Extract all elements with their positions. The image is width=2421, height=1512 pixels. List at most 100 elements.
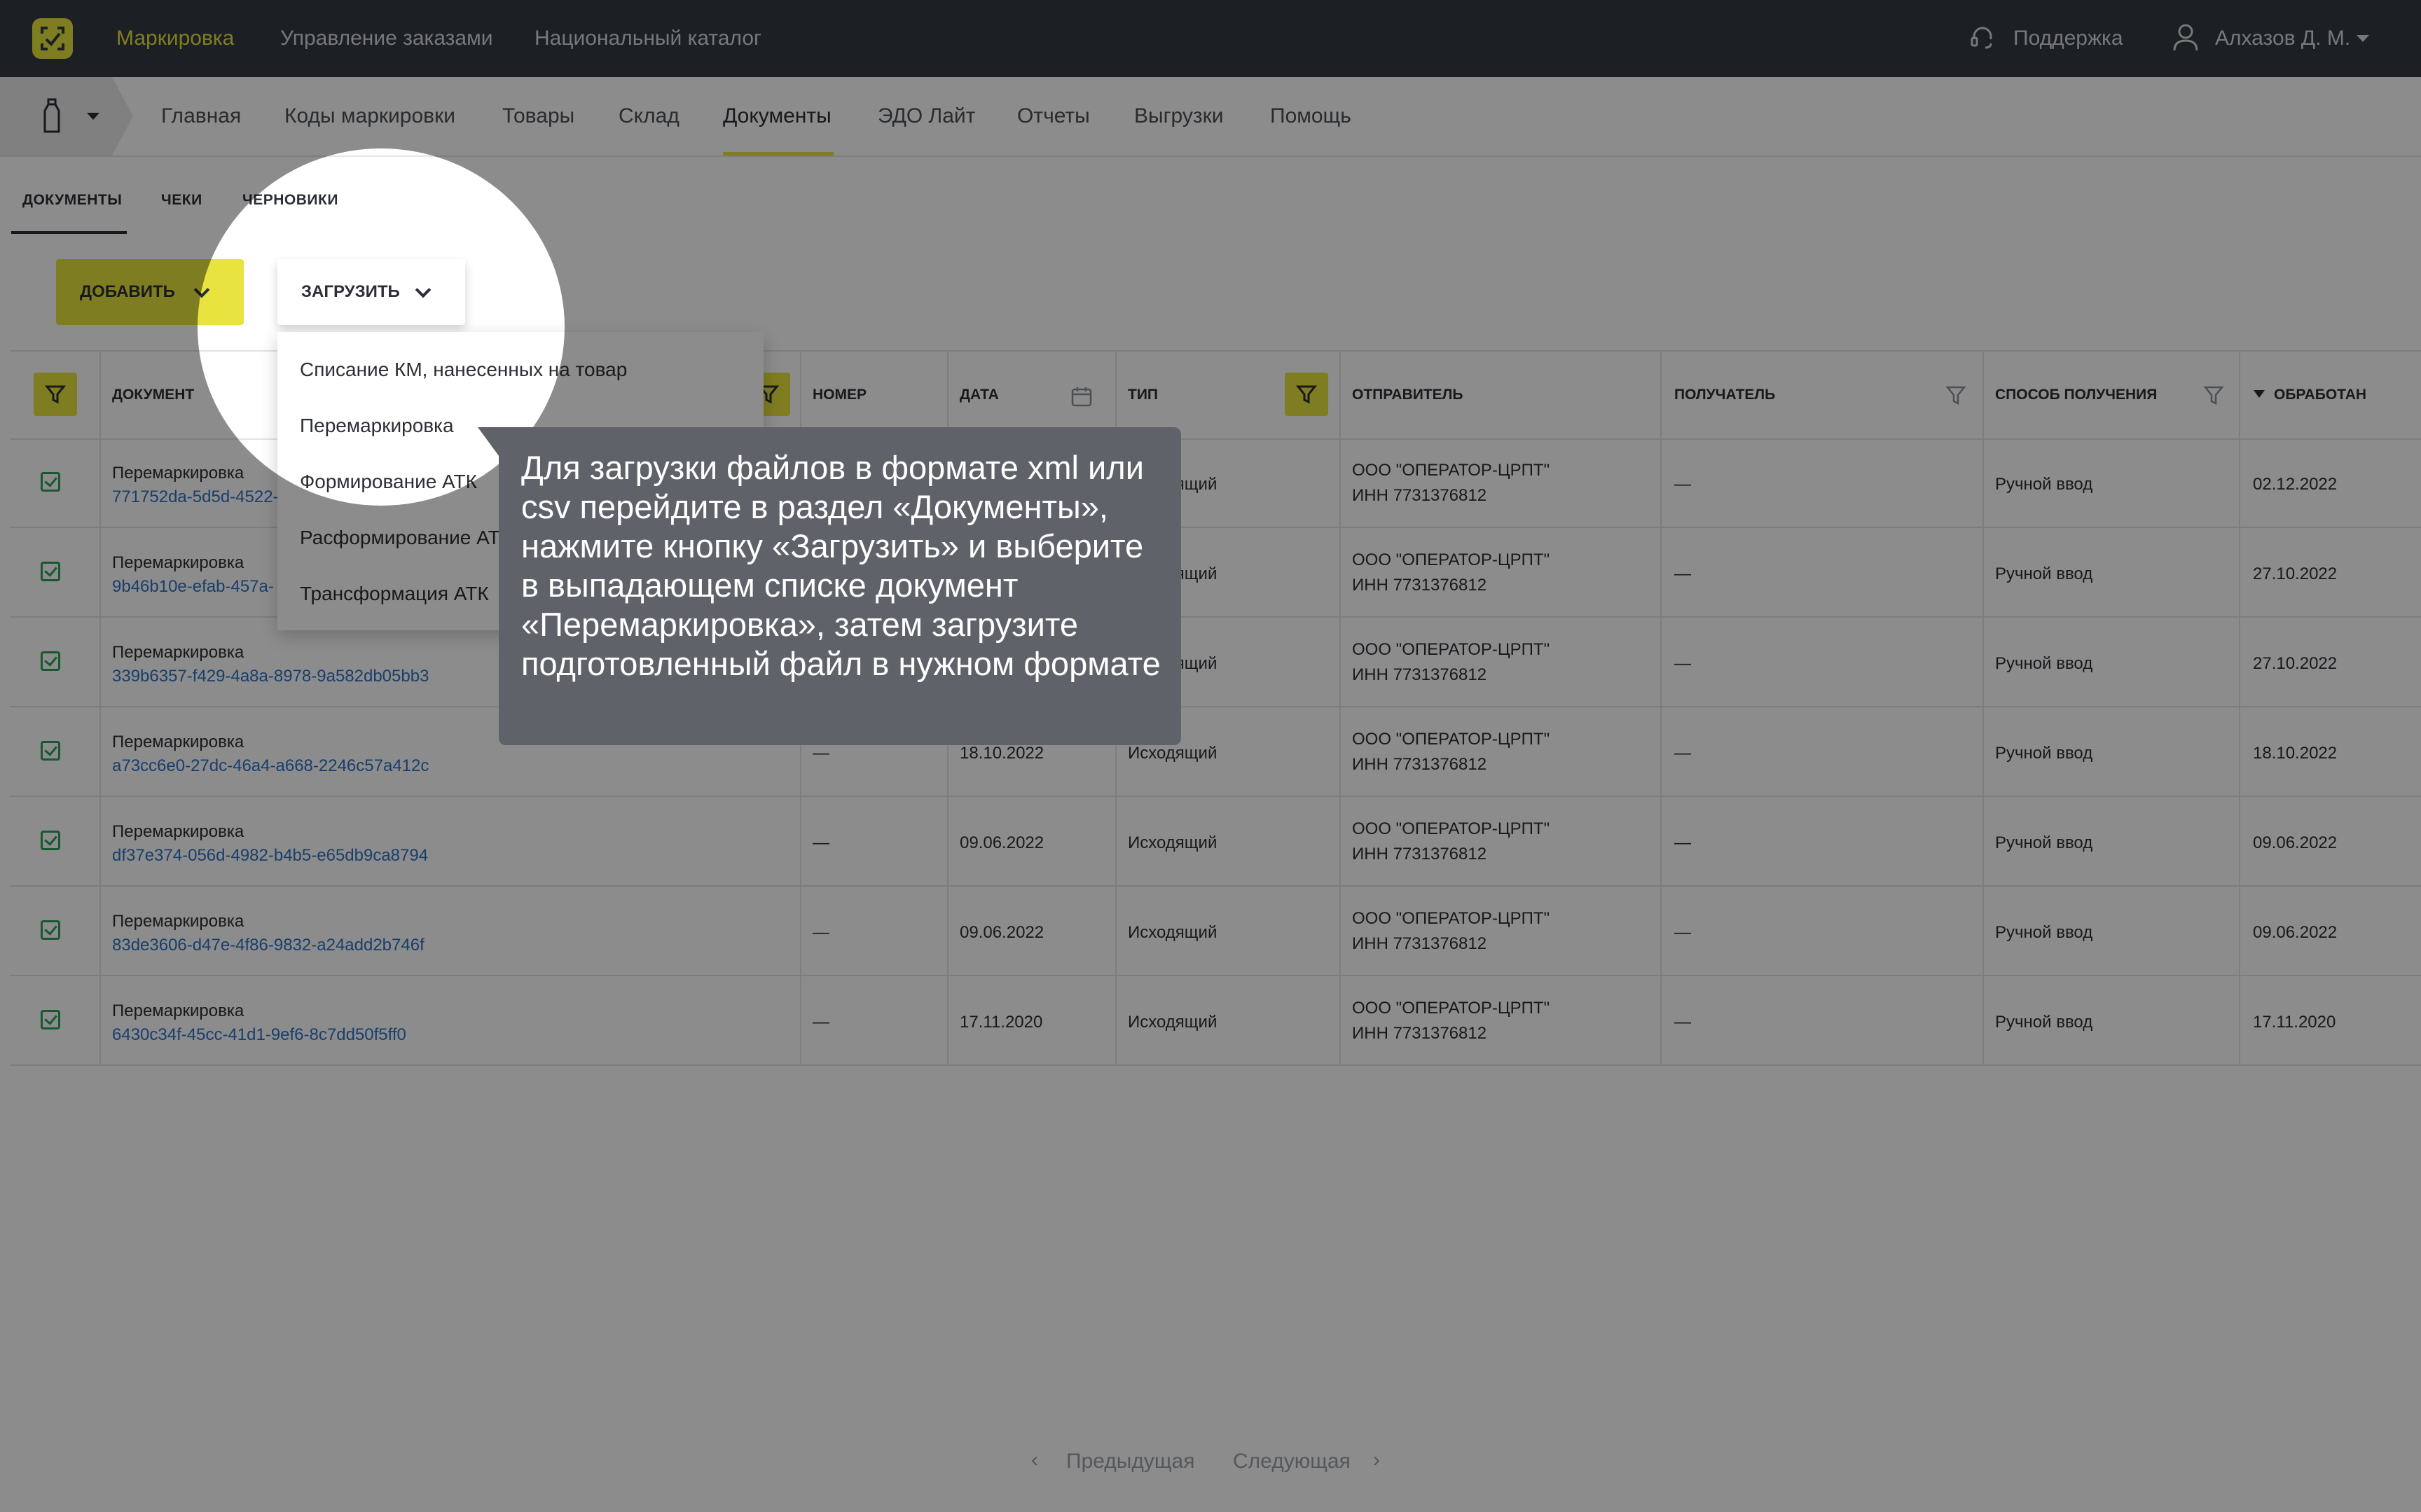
next-page-button[interactable]: Следующая [1233, 1450, 1351, 1473]
document-type: Перемаркировка [112, 733, 244, 751]
status-check-icon [41, 831, 60, 850]
column-method[interactable]: СПОСОБ ПОЛУЧЕНИЯ [1995, 352, 2157, 438]
receive-method: Ручной ввод [1995, 923, 2093, 942]
upload-button[interactable]: ЗАГРУЗИТЬ [277, 259, 465, 325]
top-nav-catalog[interactable]: Национальный каталог [534, 0, 761, 77]
receive-method: Ручной ввод [1995, 1013, 2093, 1032]
top-nav-marking[interactable]: Маркировка [116, 0, 234, 77]
calendar-icon[interactable] [1070, 385, 1093, 411]
section-nav: Главная Коды маркировки Товары Склад Док… [0, 77, 2421, 157]
tab-documents[interactable]: ДОКУМЕНТЫ [22, 192, 122, 209]
sender-inn: ИНН 7731376812 [1352, 486, 1487, 505]
processed-date: 02.12.2022 [2253, 475, 2338, 494]
column-receiver[interactable]: ПОЛУЧАТЕЛЬ [1674, 352, 1775, 438]
receiver: — [1674, 564, 1691, 583]
column-date[interactable]: ДАТА [960, 352, 999, 438]
document-direction: Исходящий [1128, 1013, 1218, 1032]
column-type[interactable]: ТИП [1128, 352, 1158, 438]
active-nav-indicator [723, 152, 834, 155]
document-type: Перемаркировка [112, 643, 244, 662]
document-date: 17.11.2020 [960, 1013, 1043, 1032]
nav-edo-lite[interactable]: ЭДО Лайт [878, 77, 975, 155]
document-id-link[interactable]: 771752da-5d5d-4522- [112, 487, 279, 507]
add-button[interactable]: ДОБАВИТЬ [56, 259, 244, 325]
chevron-down-icon[interactable] [2357, 35, 2369, 42]
status-check-icon [41, 651, 60, 671]
nav-goods[interactable]: Товары [502, 77, 574, 155]
sender-name: ООО "ОПЕРАТОР-ЦРПТ" [1352, 999, 1550, 1018]
sender-name: ООО "ОПЕРАТОР-ЦРПТ" [1352, 461, 1550, 480]
document-type: Перемаркировка [112, 822, 244, 841]
column-number[interactable]: НОМЕР [813, 352, 867, 438]
sender-inn: ИНН 7731376812 [1352, 665, 1487, 684]
receive-method: Ручной ввод [1995, 833, 2093, 852]
document-id-link[interactable]: a73cc6e0-27dc-46a4-a668-2246c57a412c [112, 756, 429, 776]
add-button-label: ДОБАВИТЬ [80, 282, 175, 301]
document-number: — [813, 744, 829, 763]
document-id-link[interactable]: 83de3606-d47e-4f86-9832-a24add2b746f [112, 936, 425, 955]
document-number: — [813, 923, 829, 942]
filter-icon[interactable] [34, 373, 77, 416]
column-document[interactable]: ДОКУМЕНТ [112, 352, 194, 438]
column-processed[interactable]: ОБРАБОТАН [2274, 352, 2366, 438]
menu-item-atk-disband[interactable]: Расформирование АТК [300, 527, 511, 549]
sender-name: ООО "ОПЕРАТОР-ЦРПТ" [1352, 730, 1550, 749]
document-direction: Исходящий [1128, 744, 1218, 763]
document-type: Перемаркировка [112, 912, 244, 931]
processed-date: 18.10.2022 [2253, 744, 2338, 763]
menu-item-remarking[interactable]: Перемаркировка [300, 415, 454, 437]
table-row[interactable]: Перемаркировка 83de3606-d47e-4f86-9832-a… [10, 885, 2421, 976]
processed-date: 09.06.2022 [2253, 833, 2338, 852]
status-check-icon [41, 741, 60, 761]
chevron-left-icon[interactable]: ‹ [1031, 1448, 1038, 1472]
support-link[interactable]: Поддержка [2013, 0, 2123, 77]
document-number: — [813, 1013, 829, 1032]
top-bar: Маркировка Управление заказами Националь… [0, 0, 2421, 77]
nav-codes[interactable]: Коды маркировки [284, 77, 455, 155]
nav-reports[interactable]: Отчеты [1017, 77, 1090, 155]
receive-method: Ручной ввод [1995, 744, 2093, 763]
receive-method: Ручной ввод [1995, 654, 2093, 673]
product-group-selector[interactable] [0, 77, 133, 155]
filter-icon[interactable] [2202, 384, 2225, 410]
filter-icon[interactable] [1285, 373, 1328, 416]
nav-warehouse[interactable]: Склад [619, 77, 680, 155]
chevron-down-icon [193, 282, 210, 298]
tab-drafts[interactable]: ЧЕРНОВИКИ [242, 192, 338, 209]
table-row[interactable]: Перемаркировка a73cc6e0-27dc-46a4-a668-2… [10, 706, 2421, 797]
nav-documents[interactable]: Документы [723, 77, 832, 155]
logo-icon[interactable] [32, 18, 73, 59]
menu-item-atk-transform[interactable]: Трансформация АТК [300, 583, 489, 605]
sender-name: ООО "ОПЕРАТОР-ЦРПТ" [1352, 550, 1550, 569]
sort-desc-icon[interactable] [2253, 389, 2265, 403]
chevron-right-icon[interactable]: › [1373, 1448, 1380, 1472]
document-id-link[interactable]: 9b46b10e-efab-457a- [112, 577, 274, 597]
document-id-link[interactable]: 339b6357-f429-4a8a-8978-9a582db05bb3 [112, 667, 429, 686]
document-type: Перемаркировка [112, 553, 244, 572]
document-id-link[interactable]: df37e374-056d-4982-b4b5-e65db9ca8794 [112, 846, 428, 866]
document-type: Перемаркировка [112, 464, 244, 483]
sender-name: ООО "ОПЕРАТОР-ЦРПТ" [1352, 819, 1550, 838]
chevron-down-icon[interactable] [87, 113, 99, 120]
column-sender[interactable]: ОТПРАВИТЕЛЬ [1352, 352, 1463, 438]
nav-exports[interactable]: Выгрузки [1134, 77, 1224, 155]
receiver: — [1674, 833, 1691, 852]
sender-name: ООО "ОПЕРАТОР-ЦРПТ" [1352, 909, 1550, 928]
processed-date: 27.10.2022 [2253, 564, 2338, 583]
table-row[interactable]: Перемаркировка 6430c34f-45cc-41d1-9ef6-8… [10, 975, 2421, 1066]
menu-item-writeoff[interactable]: Списание КМ, нанесенных на товар [300, 359, 627, 381]
filter-icon[interactable] [1945, 384, 1967, 410]
document-id-link[interactable]: 6430c34f-45cc-41d1-9ef6-8c7dd50f5ff0 [112, 1025, 406, 1045]
document-number: — [813, 833, 829, 852]
user-menu[interactable]: Алхазов Д. М. [2215, 0, 2350, 77]
headset-icon [1968, 24, 1996, 55]
menu-item-atk-form[interactable]: Формирование АТК [300, 471, 477, 493]
prev-page-button[interactable]: Предыдущая [1066, 1450, 1194, 1473]
top-nav-orders[interactable]: Управление заказами [280, 0, 493, 77]
sender-inn: ИНН 7731376812 [1352, 845, 1487, 863]
processed-date: 09.06.2022 [2253, 923, 2338, 942]
nav-help[interactable]: Помощь [1270, 77, 1351, 155]
nav-home[interactable]: Главная [161, 77, 241, 155]
tab-receipts[interactable]: ЧЕКИ [161, 192, 202, 209]
table-row[interactable]: Перемаркировка df37e374-056d-4982-b4b5-e… [10, 796, 2421, 887]
